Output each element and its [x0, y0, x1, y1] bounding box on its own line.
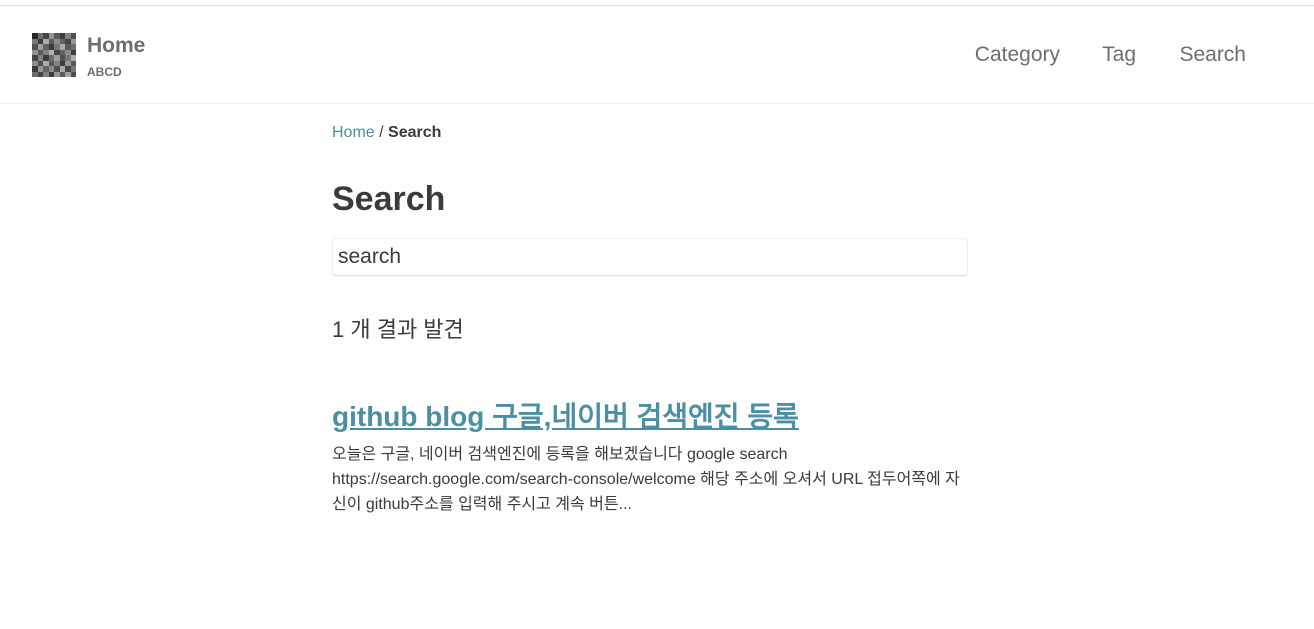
nav-item-tag[interactable]: Tag [1102, 43, 1136, 67]
site-title-link[interactable]: Home [87, 34, 145, 58]
nav-item-search[interactable]: Search [1179, 43, 1246, 67]
page-title: Search [332, 180, 446, 218]
masthead: Home ABCD Category Tag Search [0, 6, 1314, 104]
nav-item-category[interactable]: Category [975, 43, 1060, 67]
breadcrumb-current: Search [388, 124, 442, 141]
search-result-title-link[interactable]: github blog 구글,네이버 검색엔진 등록 [332, 398, 968, 436]
search-result-excerpt: 오늘은 구글, 네이버 검색엔진에 등록을 해보겠습니다 google sear… [332, 446, 960, 513]
results-count: 1 개 결과 발견 [332, 317, 464, 342]
pixelated-avatar-icon[interactable] [32, 33, 76, 77]
breadcrumb: Home / Search [332, 124, 441, 142]
breadcrumb-separator: / [374, 124, 389, 141]
breadcrumb-home-link[interactable]: Home [332, 124, 375, 141]
search-input[interactable] [332, 238, 968, 276]
search-result-item: github blog 구글,네이버 검색엔진 등록 오늘은 구글, 네이버 검… [332, 398, 968, 517]
site-subtitle: ABCD [87, 65, 122, 79]
